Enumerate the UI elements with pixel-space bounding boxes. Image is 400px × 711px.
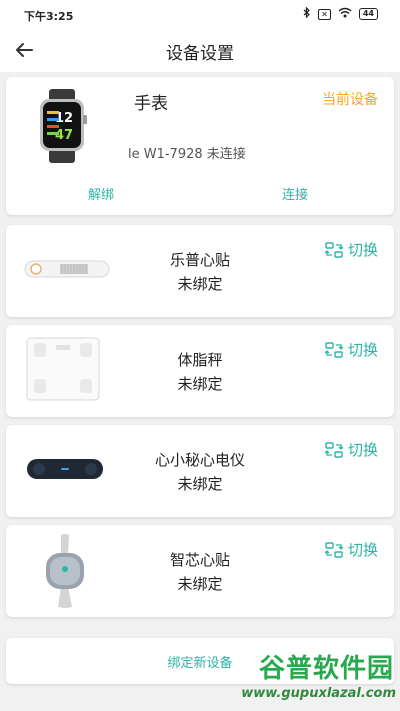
device-name: 体脂秤	[177, 351, 223, 369]
device-name: 心小秘心电仪	[154, 451, 245, 469]
device-status: 未绑定	[177, 475, 223, 493]
device-status: 未绑定	[177, 275, 223, 293]
page-title: 设备设置	[166, 44, 234, 64]
ecg-device-image	[26, 457, 104, 485]
device-name: 手表	[134, 94, 168, 114]
switch-label: 切换	[347, 341, 378, 359]
watermark: 谷普软件园 www.gupuxlazal.com	[212, 648, 400, 711]
device-card-lepu-patch[interactable]: 乐普心贴 未绑定 切换	[6, 225, 394, 317]
bluetooth-icon	[303, 6, 311, 21]
device-card-smart-patch[interactable]: 智芯心贴 未绑定 切换	[6, 525, 394, 617]
status-icons: ✕ 44	[303, 6, 378, 21]
device-card-body-scale[interactable]: 体脂秤 未绑定 切换	[6, 325, 394, 417]
switch-label: 切换	[347, 441, 378, 459]
current-device-card: 12 47 手表 当前设备 le W1-7928 未连接 解绑 连接	[6, 77, 394, 215]
switch-label: 切换	[347, 541, 378, 559]
status-time: 下午3:25	[24, 10, 74, 23]
status-bar: 下午3:25 ✕ 44	[0, 0, 400, 28]
sim-off-icon: ✕	[318, 8, 331, 20]
switch-device-icon	[324, 441, 343, 458]
switch-button[interactable]: 切换	[324, 239, 378, 260]
unbind-button[interactable]: 解绑	[88, 184, 114, 203]
patch-strip-image	[24, 259, 110, 283]
switch-button[interactable]: 切换	[324, 339, 378, 360]
device-name: 乐普心贴	[169, 251, 230, 269]
device-card-ecg[interactable]: 心小秘心电仪 未绑定 切换	[6, 425, 394, 517]
watch-image: 12 47	[36, 89, 88, 163]
wifi-icon	[338, 7, 352, 21]
switch-label: 切换	[347, 241, 378, 259]
switch-button[interactable]: 切换	[324, 539, 378, 560]
switch-device-icon	[324, 241, 343, 258]
switch-device-icon	[324, 341, 343, 358]
body-scale-image	[26, 337, 100, 405]
switch-button[interactable]: 切换	[324, 439, 378, 460]
header: 设备设置	[0, 28, 400, 72]
device-status: 未绑定	[177, 575, 223, 593]
watermark-logo: 谷普软件园	[258, 654, 394, 684]
battery-icon: 44	[358, 8, 378, 20]
watch-minute-text: 47	[55, 128, 73, 143]
smart-patch-image	[40, 533, 90, 613]
device-status: 未绑定	[177, 375, 223, 393]
switch-device-icon	[324, 541, 343, 558]
watermark-url: www.gupuxlazal.com	[241, 686, 396, 701]
device-name: 智芯心贴	[169, 551, 230, 569]
device-connection-info: le W1-7928 未连接	[128, 147, 246, 162]
connect-button[interactable]: 连接	[282, 184, 308, 203]
current-device-badge: 当前设备	[322, 92, 378, 108]
